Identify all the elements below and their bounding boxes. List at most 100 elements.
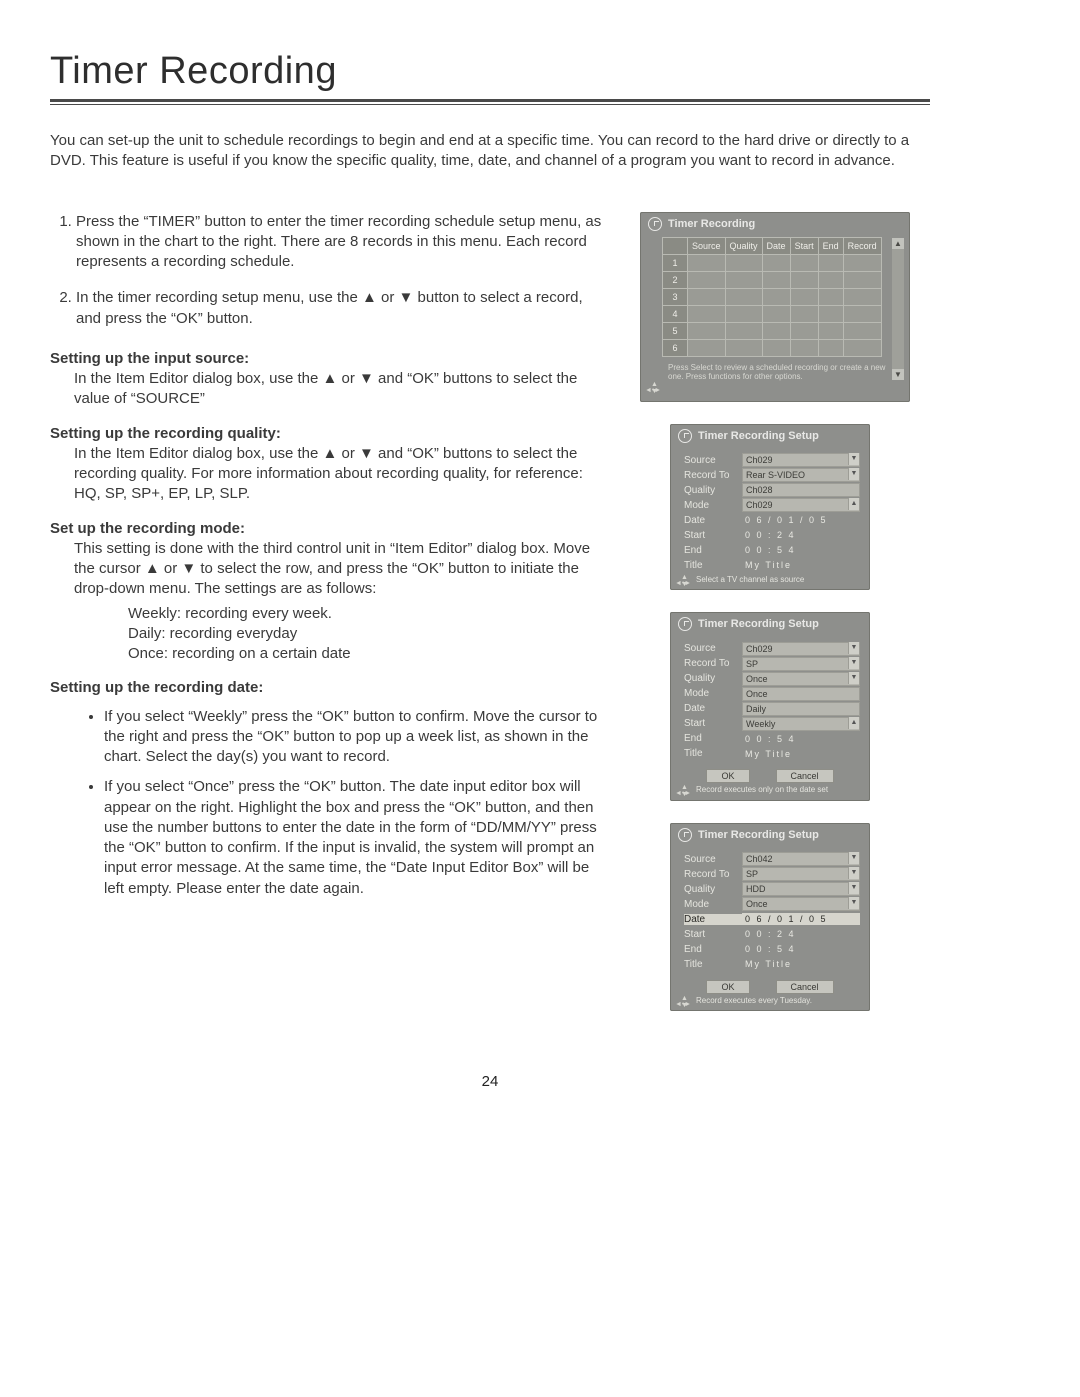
- heading-recording-mode: Set up the recording mode:: [50, 519, 610, 539]
- label-record-to: Record To: [684, 869, 742, 880]
- label-source: Source: [684, 643, 742, 654]
- field-source[interactable]: Ch042: [742, 852, 860, 866]
- label-record-to: Record To: [684, 658, 742, 669]
- field-quality[interactable]: HDD: [742, 882, 860, 896]
- scroll-up-icon[interactable]: ▲: [892, 238, 904, 249]
- label-quality: Quality: [684, 485, 742, 496]
- label-end: End: [684, 545, 742, 556]
- date-bullet-weekly: If you select “Weekly” press the “OK” bu…: [104, 707, 610, 768]
- label-date: Date: [684, 914, 742, 925]
- col-quality: Quality: [725, 237, 762, 254]
- field-mode-option[interactable]: Weekly: [742, 717, 860, 731]
- schedule-table[interactable]: Source Quality Date Start End Record 1 2…: [662, 237, 882, 357]
- date-bullet-once: If you select “Once” press the “OK” butt…: [104, 777, 610, 899]
- label-source: Source: [684, 854, 742, 865]
- panel-setup-mode: Timer Recording Setup SourceCh029 Record…: [670, 612, 870, 801]
- clock-icon: [678, 828, 692, 842]
- field-date[interactable]: 0 6 / 0 1 / 0 5: [742, 514, 860, 526]
- col-end: End: [818, 237, 843, 254]
- field-source[interactable]: Ch029: [742, 642, 860, 656]
- dpad-icon: [646, 382, 662, 398]
- field-mode-option[interactable]: Daily: [742, 702, 860, 716]
- field-source[interactable]: Ch029: [742, 453, 860, 467]
- heading-recording-quality: Setting up the recording quality:: [50, 424, 610, 444]
- label-title: Title: [684, 959, 742, 970]
- panel-setup-source: Timer Recording Setup SourceCh029 Record…: [670, 424, 870, 591]
- col-date: Date: [762, 237, 790, 254]
- table-row[interactable]: 5: [663, 322, 882, 339]
- step-2: In the timer recording setup menu, use t…: [76, 288, 610, 329]
- field-start[interactable]: 0 0 : 2 4: [742, 529, 860, 541]
- label-start: Start: [684, 718, 742, 729]
- clock-icon: [678, 617, 692, 631]
- field-end[interactable]: 0 0 : 5 4: [742, 733, 860, 745]
- field-record-to[interactable]: Rear S-VIDEO: [742, 468, 860, 482]
- heading-recording-date: Setting up the recording date:: [50, 678, 610, 698]
- label-end: End: [684, 944, 742, 955]
- field-record-to[interactable]: SP: [742, 657, 860, 671]
- body-input-source: In the Item Editor dialog box, use the ▲…: [74, 369, 610, 410]
- col-start: Start: [790, 237, 818, 254]
- label-quality: Quality: [684, 884, 742, 895]
- body-recording-mode: This setting is done with the third cont…: [74, 539, 610, 665]
- heading-input-source: Setting up the input source:: [50, 349, 610, 369]
- field-title[interactable]: My Title: [742, 958, 860, 970]
- field-end[interactable]: 0 0 : 5 4: [742, 544, 860, 556]
- col-source: Source: [688, 237, 726, 254]
- col-record: Record: [843, 237, 881, 254]
- panel1-hint: Press Select to review a scheduled recor…: [640, 361, 910, 382]
- panel2-foot: Select a TV channel as source: [696, 575, 804, 584]
- instructions-column: Press the “TIMER” button to enter the ti…: [50, 212, 610, 1034]
- table-row[interactable]: 3: [663, 288, 882, 305]
- field-title[interactable]: My Title: [742, 748, 860, 760]
- table-row[interactable]: 4: [663, 305, 882, 322]
- label-title: Title: [684, 560, 742, 571]
- step-1: Press the “TIMER” button to enter the ti…: [76, 212, 610, 273]
- table-row[interactable]: 6: [663, 339, 882, 356]
- label-mode: Mode: [684, 899, 742, 910]
- field-mode-option[interactable]: Once: [742, 687, 860, 701]
- field-record-to[interactable]: SP: [742, 867, 860, 881]
- ok-button[interactable]: OK: [706, 980, 749, 994]
- field-mode[interactable]: Once: [742, 897, 860, 911]
- label-title: Title: [684, 748, 742, 759]
- screenshots-column: Timer Recording Source Quality Date Star…: [640, 212, 930, 1034]
- mode-option-weekly: Weekly: recording every week.: [128, 604, 610, 624]
- field-quality[interactable]: Once: [742, 672, 860, 686]
- label-source: Source: [684, 455, 742, 466]
- label-record-to: Record To: [684, 470, 742, 481]
- table-row[interactable]: 1: [663, 254, 882, 271]
- cancel-button[interactable]: Cancel: [776, 980, 834, 994]
- table-row[interactable]: 2: [663, 271, 882, 288]
- label-end: End: [684, 733, 742, 744]
- panel3-title: Timer Recording Setup: [698, 618, 819, 630]
- cancel-button[interactable]: Cancel: [776, 769, 834, 783]
- panel4-foot: Record executes every Tuesday.: [696, 996, 812, 1005]
- label-start: Start: [684, 929, 742, 940]
- panel4-title: Timer Recording Setup: [698, 829, 819, 841]
- body-recording-quality: In the Item Editor dialog box, use the ▲…: [74, 444, 610, 505]
- field-start[interactable]: 0 0 : 2 4: [742, 928, 860, 940]
- field-end[interactable]: 0 0 : 5 4: [742, 943, 860, 955]
- dpad-icon: [676, 575, 692, 591]
- mode-option-daily: Daily: recording everyday: [128, 624, 610, 644]
- label-date: Date: [684, 703, 742, 714]
- clock-icon: [648, 217, 662, 231]
- label-quality: Quality: [684, 673, 742, 684]
- label-mode: Mode: [684, 500, 742, 511]
- scroll-down-icon[interactable]: ▼: [892, 369, 904, 380]
- ok-button[interactable]: OK: [706, 769, 749, 783]
- field-mode[interactable]: Ch029: [742, 498, 860, 512]
- page-number: 24: [50, 1073, 930, 1090]
- page-title: Timer Recording: [50, 50, 930, 93]
- panel-setup-date: Timer Recording Setup SourceCh042 Record…: [670, 823, 870, 1012]
- field-quality[interactable]: Ch028: [742, 483, 860, 497]
- field-title[interactable]: My Title: [742, 559, 860, 571]
- field-date-highlighted[interactable]: 0 6 / 0 1 / 0 5: [742, 913, 860, 925]
- dpad-icon: [676, 785, 692, 801]
- label-mode: Mode: [684, 688, 742, 699]
- label-date: Date: [684, 515, 742, 526]
- panel3-foot: Record executes only on the date set: [696, 785, 828, 794]
- scrollbar[interactable]: ▲ ▼: [892, 238, 904, 380]
- mode-option-once: Once: recording on a certain date: [128, 644, 610, 664]
